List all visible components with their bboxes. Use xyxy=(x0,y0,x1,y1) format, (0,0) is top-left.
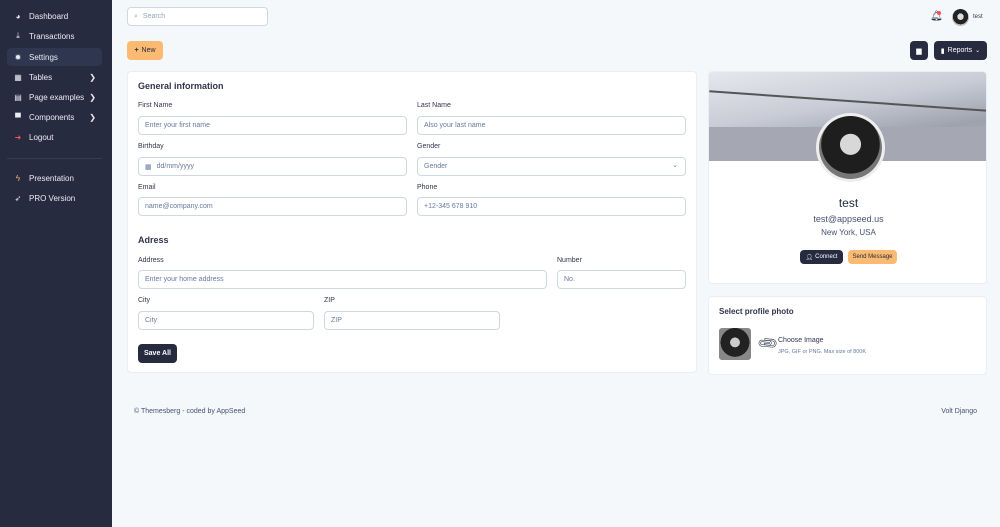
placeholder: dd/mm/yyyy xyxy=(156,163,194,170)
section-title: General information xyxy=(138,81,224,91)
placeholder: +12-345 678 910 xyxy=(424,203,478,210)
placeholder: name@company.com xyxy=(145,203,213,210)
last-name-label: Last Name xyxy=(417,102,451,109)
gender-label: Gender xyxy=(417,143,441,150)
phone-input[interactable]: +12-345 678 910 xyxy=(417,197,686,216)
sidebar-item-logout[interactable]: ➜ Logout xyxy=(7,128,102,146)
sidebar-item-tables[interactable]: ▦ Tables ❯ xyxy=(7,68,102,86)
city-input[interactable]: City xyxy=(138,311,314,330)
placeholder: City xyxy=(145,317,158,324)
pie-chart-icon: ◕ xyxy=(15,11,21,21)
save-all-button[interactable]: Save All xyxy=(138,344,177,363)
reports-button[interactable]: ▮ Reports ⌄ xyxy=(934,41,987,60)
placeholder: Enter your first name xyxy=(145,122,210,129)
calendar-icon: ▦ xyxy=(145,163,152,171)
chevron-right-icon: ❯ xyxy=(89,112,96,122)
number-input[interactable]: No. xyxy=(557,270,686,289)
send-message-button[interactable]: Send Message xyxy=(848,250,897,264)
email-input[interactable]: name@company.com xyxy=(138,197,407,216)
sidebar-item-dashboard[interactable]: ◕ Dashboard xyxy=(7,7,102,25)
avatar[interactable] xyxy=(952,9,969,26)
calendar-icon: ▆ xyxy=(916,47,922,55)
chevron-down-icon: ⌄ xyxy=(975,48,981,54)
number-label: Number xyxy=(557,257,582,264)
select-photo-card: Select profile photo 📎︎ Choose Image JPG… xyxy=(708,296,987,375)
file-icon: ▤ xyxy=(14,92,22,102)
profile-location: New York, USA xyxy=(821,228,876,237)
profile-email: test@appseed.us xyxy=(813,214,884,224)
placeholder: ZIP xyxy=(331,317,342,324)
bolt-icon: ϟ xyxy=(15,173,21,183)
calendar-button[interactable]: ▆ xyxy=(910,41,928,60)
first-name-label: First Name xyxy=(138,102,173,109)
footer-brand[interactable]: Volt Django xyxy=(941,408,977,415)
birthday-input[interactable]: ▦ dd/mm/yyyy xyxy=(138,157,407,176)
gear-icon: ✹ xyxy=(14,52,22,62)
birthday-label: Birthday xyxy=(138,143,164,150)
zip-label: ZIP xyxy=(324,297,335,304)
divider xyxy=(7,158,102,159)
chevron-right-icon: ❯ xyxy=(89,72,96,82)
section-title: Adress xyxy=(138,235,169,245)
connect-button[interactable]: 👤︎ Connect xyxy=(800,250,843,264)
sign-out-icon: ➜ xyxy=(14,132,22,142)
city-label: City xyxy=(138,297,151,304)
footer-credits: © Themesberg - coded by AppSeed xyxy=(134,408,246,415)
table-icon: ▦ xyxy=(14,72,22,82)
address-input[interactable]: Enter your home address xyxy=(138,270,547,289)
sidebar-item-settings[interactable]: ✹ Settings xyxy=(7,48,102,66)
profile-avatar xyxy=(816,113,885,182)
bell-icon[interactable]: 🔔︎ xyxy=(930,11,943,22)
card-title: Select profile photo xyxy=(719,307,794,316)
user-plus-icon: 👤︎ xyxy=(805,254,814,261)
hand-holding-dollar-icon: ⤓ xyxy=(16,31,20,40)
plus-icon: + xyxy=(134,47,139,54)
sidebar-item-components[interactable]: ▀ Components ❯ xyxy=(7,108,102,126)
chevron-down-icon: ⌄ xyxy=(672,162,678,169)
paperclip-icon[interactable]: 📎︎ xyxy=(756,331,781,355)
user-name[interactable]: test xyxy=(973,14,983,20)
profile-name: test xyxy=(838,196,859,210)
clipboard-icon: ▮ xyxy=(940,47,945,55)
file-hint: JPG, GIF or PNG. Max size of 800K xyxy=(778,349,867,355)
rocket-icon: ➶ xyxy=(14,193,22,203)
address-label: Address xyxy=(138,257,164,264)
chevron-right-icon: ❯ xyxy=(89,92,96,102)
choose-image-link[interactable]: Choose Image xyxy=(778,337,824,344)
search-icon: ⌕ xyxy=(134,12,138,20)
notification-dot xyxy=(937,11,941,15)
first-name-input[interactable]: Enter your first name xyxy=(138,116,407,135)
profile-card: test test@appseed.us New York, USA 👤︎ Con… xyxy=(708,71,987,284)
last-name-input[interactable]: Also your last name xyxy=(417,116,686,135)
email-label: Email xyxy=(138,184,156,191)
sidebar-item-transactions[interactable]: ⤓ Transactions xyxy=(7,27,102,45)
placeholder: Enter your home address xyxy=(145,276,224,283)
sidebar-item-pro-version[interactable]: ➶ PRO Version xyxy=(7,189,102,207)
phone-label: Phone xyxy=(417,184,438,191)
search-input[interactable]: ⌕ Search xyxy=(127,7,268,26)
selected-value: Gender xyxy=(424,163,448,170)
sidebar-item-page-examples[interactable]: ▤ Page examples ❯ xyxy=(7,88,102,106)
sidebar-item-presentation[interactable]: ϟ Presentation xyxy=(7,169,102,187)
profile-photo-thumbnail xyxy=(719,328,751,360)
gender-select[interactable]: Gender ⌄ xyxy=(417,157,686,176)
placeholder: No. xyxy=(564,276,575,283)
zip-input[interactable]: ZIP xyxy=(324,311,500,330)
new-button[interactable]: + New xyxy=(127,41,163,60)
box-icon: ▀ xyxy=(15,112,21,122)
placeholder: Also your last name xyxy=(424,122,486,129)
sidebar: ◕ Dashboard ⤓ Transactions ✹ Settings ▦ Tabl… xyxy=(0,0,112,527)
